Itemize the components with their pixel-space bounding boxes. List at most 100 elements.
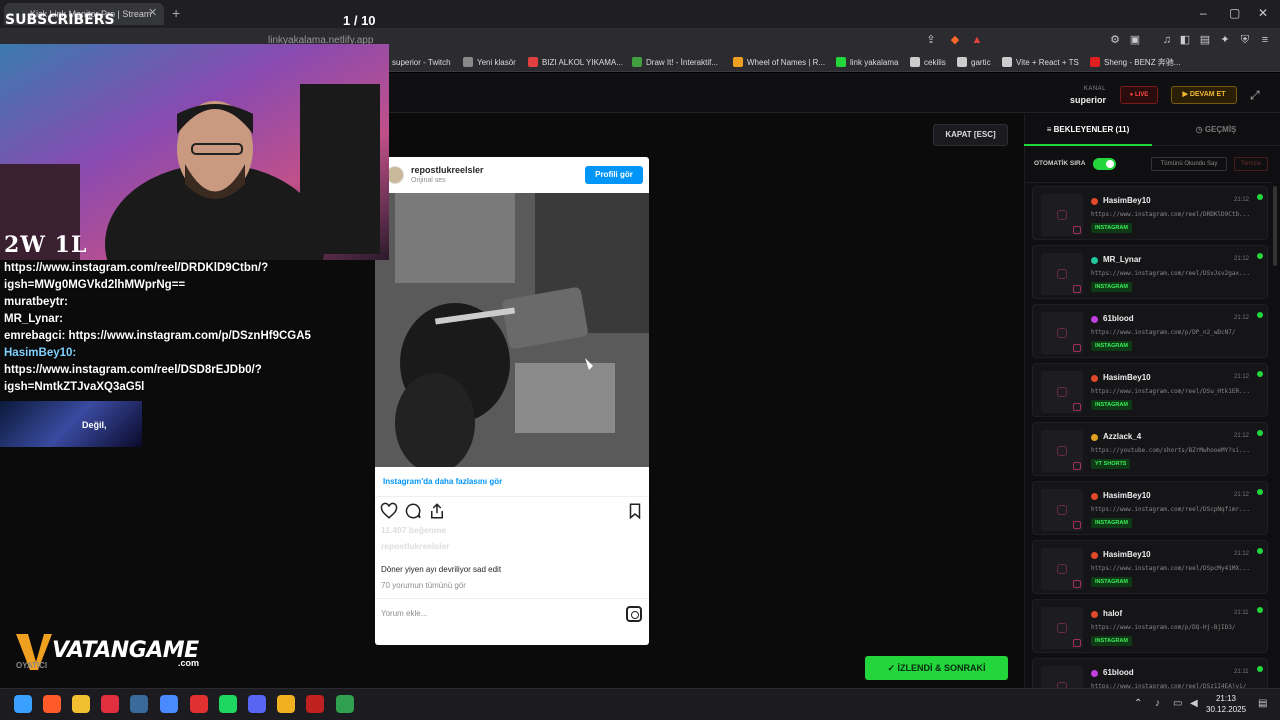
- clock-date[interactable]: 30.12.2025: [1206, 705, 1246, 714]
- media-placeholder-icon: [1057, 505, 1067, 515]
- like-icon[interactable]: [380, 502, 398, 520]
- sidebar-icon[interactable]: ◧: [1178, 33, 1192, 47]
- platform-icon: [1073, 226, 1081, 234]
- brave-browser-icon[interactable]: [43, 695, 61, 713]
- queue-url: https://www.instagram.com/p/DP_n2_wDcN7/: [1091, 329, 1236, 336]
- instagram-logo-icon[interactable]: [626, 606, 642, 622]
- platform-badge: INSTAGRAM: [1091, 577, 1132, 587]
- brave-rewards-icon[interactable]: ▲: [970, 33, 984, 47]
- queue-username: 61blood: [1103, 314, 1134, 323]
- file-explorer-icon[interactable]: [72, 695, 90, 713]
- bookmark-item[interactable]: Yeni klasör: [463, 57, 516, 67]
- queue-url: https://youtube.com/shorts/BZrMwhooeMY?s…: [1091, 447, 1250, 454]
- queue-item[interactable]: HasimBey10 21:12 https://www.instagram.com…: [1032, 540, 1268, 594]
- tab-history[interactable]: ◷ GEÇMİŞ: [1152, 116, 1280, 146]
- bookmark-icon[interactable]: [626, 502, 644, 520]
- post-owner[interactable]: repostlukreelsler: [381, 541, 450, 551]
- new-tab-icon[interactable]: +: [172, 5, 180, 21]
- app-icon[interactable]: [306, 695, 324, 713]
- continue-button[interactable]: ▶ DEVAM ET: [1171, 86, 1237, 104]
- media-placeholder-icon: [1057, 623, 1067, 633]
- menu-icon[interactable]: ≡: [1258, 33, 1272, 47]
- comment-input[interactable]: Yorum ekle...: [381, 609, 427, 618]
- user-badge-icon: [1091, 257, 1098, 264]
- queue-item[interactable]: HasimBey10 21:12 https://www.instagram.com…: [1032, 186, 1268, 240]
- clear-queue-button[interactable]: Temizle: [1234, 157, 1268, 171]
- windows-start-icon[interactable]: [14, 695, 32, 713]
- microphone-icon[interactable]: ♪: [1155, 698, 1160, 709]
- instagram-video[interactable]: [375, 193, 649, 467]
- queue-thumbnail: [1041, 489, 1083, 531]
- mark-all-read-button[interactable]: Tümünü Okundu Say: [1151, 157, 1227, 171]
- chat-message: https://www.instagram.com/reel/DRDKlD9Ct…: [0, 260, 320, 294]
- fullscreen-icon[interactable]: ⤢: [1250, 88, 1260, 103]
- bookmark-item[interactable]: Wheel of Names | R...: [733, 57, 825, 67]
- instagram-audio-label[interactable]: Orijinal ses: [411, 177, 446, 184]
- maximize-icon[interactable]: ▢: [1229, 6, 1240, 20]
- window-close-icon[interactable]: ✕: [1258, 6, 1268, 20]
- queue-item[interactable]: 61blood 21:11 https://www.instagram.com/re…: [1032, 658, 1268, 688]
- screenshot-icon[interactable]: ▣: [1128, 33, 1142, 47]
- media-icon[interactable]: ♫: [1160, 33, 1174, 47]
- share-icon[interactable]: ⇪: [924, 33, 938, 47]
- bookmark-item[interactable]: Draw It! - İnteraktif...: [632, 57, 718, 67]
- queue-username: HasimBey10: [1103, 550, 1151, 559]
- media-placeholder-icon: [1057, 210, 1067, 220]
- brave-shield-icon[interactable]: ◆: [948, 33, 962, 47]
- bookmark-item[interactable]: Vite + React + TS: [1002, 57, 1079, 67]
- chrome-icon[interactable]: [277, 695, 295, 713]
- tab-close-icon[interactable]: ✕: [148, 6, 157, 19]
- discord-icon[interactable]: [248, 695, 266, 713]
- queue-thumbnail: [1041, 666, 1083, 688]
- platform-badge: INSTAGRAM: [1091, 341, 1132, 351]
- extensions-icon[interactable]: ⚙: [1108, 33, 1122, 47]
- chat-message: emrebagci: https://www.instagram.com/p/D…: [0, 328, 320, 345]
- app-icon[interactable]: [160, 695, 178, 713]
- leo-icon[interactable]: ✦: [1218, 33, 1232, 47]
- watched-next-button[interactable]: ✓ İZLENDİ & SONRAKİ: [865, 656, 1008, 680]
- clock-time[interactable]: 21:13: [1206, 694, 1246, 703]
- riot-client-icon[interactable]: [101, 695, 119, 713]
- app-icon[interactable]: [190, 695, 208, 713]
- view-profile-button[interactable]: Profili gör: [585, 166, 643, 184]
- chat-username: MR_Lynar:: [4, 313, 63, 325]
- bookmark-item[interactable]: Sheng - BENZ 奔驰...: [1090, 57, 1180, 68]
- divider: [375, 598, 649, 599]
- instagram-username[interactable]: repostlukreelsler: [411, 165, 484, 175]
- queue-item[interactable]: MR_Lynar 21:12 https://www.instagram.com/r…: [1032, 245, 1268, 299]
- bookmark-favicon-icon: [1002, 57, 1012, 67]
- bookmark-item[interactable]: gartic: [957, 57, 991, 67]
- queue-item[interactable]: Azzlack_4 21:12 https://youtube.com/shorts…: [1032, 422, 1268, 476]
- user-badge-icon: [1091, 434, 1098, 441]
- queue-thumbnail: [1041, 371, 1083, 413]
- app-icon[interactable]: [336, 695, 354, 713]
- network-icon[interactable]: ▭: [1173, 698, 1182, 709]
- vpn-icon[interactable]: ⛨: [1238, 33, 1252, 47]
- queue-item[interactable]: 61blood 21:12 https://www.instagram.com/p/…: [1032, 304, 1268, 358]
- close-viewer-button[interactable]: KAPAT [ESC]: [933, 124, 1008, 146]
- platform-badge: YT SHORTS: [1091, 459, 1131, 469]
- comment-icon[interactable]: [404, 502, 422, 520]
- bookmark-item[interactable]: link yakalama: [836, 57, 898, 67]
- minimize-icon[interactable]: –: [1200, 6, 1207, 20]
- tab-waiting[interactable]: ≡ BEKLEYENLER (11): [1024, 116, 1152, 146]
- queue-scrollbar[interactable]: [1273, 186, 1277, 266]
- like-count[interactable]: 11.407 beğenme: [381, 525, 446, 535]
- instagram-more-link[interactable]: Instagram'da daha fazlasını gör: [375, 467, 649, 497]
- volume-icon[interactable]: ◀: [1190, 698, 1198, 709]
- bookmark-item[interactable]: cekilis: [910, 57, 946, 67]
- spotify-icon[interactable]: [219, 695, 237, 713]
- queue-item[interactable]: HasimBey10 21:12 https://www.instagram.com…: [1032, 363, 1268, 417]
- live-button[interactable]: ● LIVE: [1120, 86, 1158, 104]
- queue-item[interactable]: HasimBey10 21:12 https://www.instagram.com…: [1032, 481, 1268, 535]
- view-comments-link[interactable]: 70 yorumun tümünü gör: [381, 581, 466, 590]
- bookmark-item[interactable]: BIZI ALKOL YIKAMA...: [528, 57, 623, 67]
- tray-expand-icon[interactable]: ⌃: [1134, 698, 1142, 709]
- queue-item[interactable]: halof 21:11 https://www.instagram.com/p/DQ…: [1032, 599, 1268, 653]
- wallet-icon[interactable]: ▤: [1198, 33, 1212, 47]
- auto-queue-toggle[interactable]: [1093, 158, 1116, 170]
- share-post-icon[interactable]: [428, 502, 446, 520]
- steam-icon[interactable]: [130, 695, 148, 713]
- subscribers-label: SUBSCRIBERS: [5, 12, 115, 28]
- notifications-icon[interactable]: ▤: [1258, 698, 1267, 709]
